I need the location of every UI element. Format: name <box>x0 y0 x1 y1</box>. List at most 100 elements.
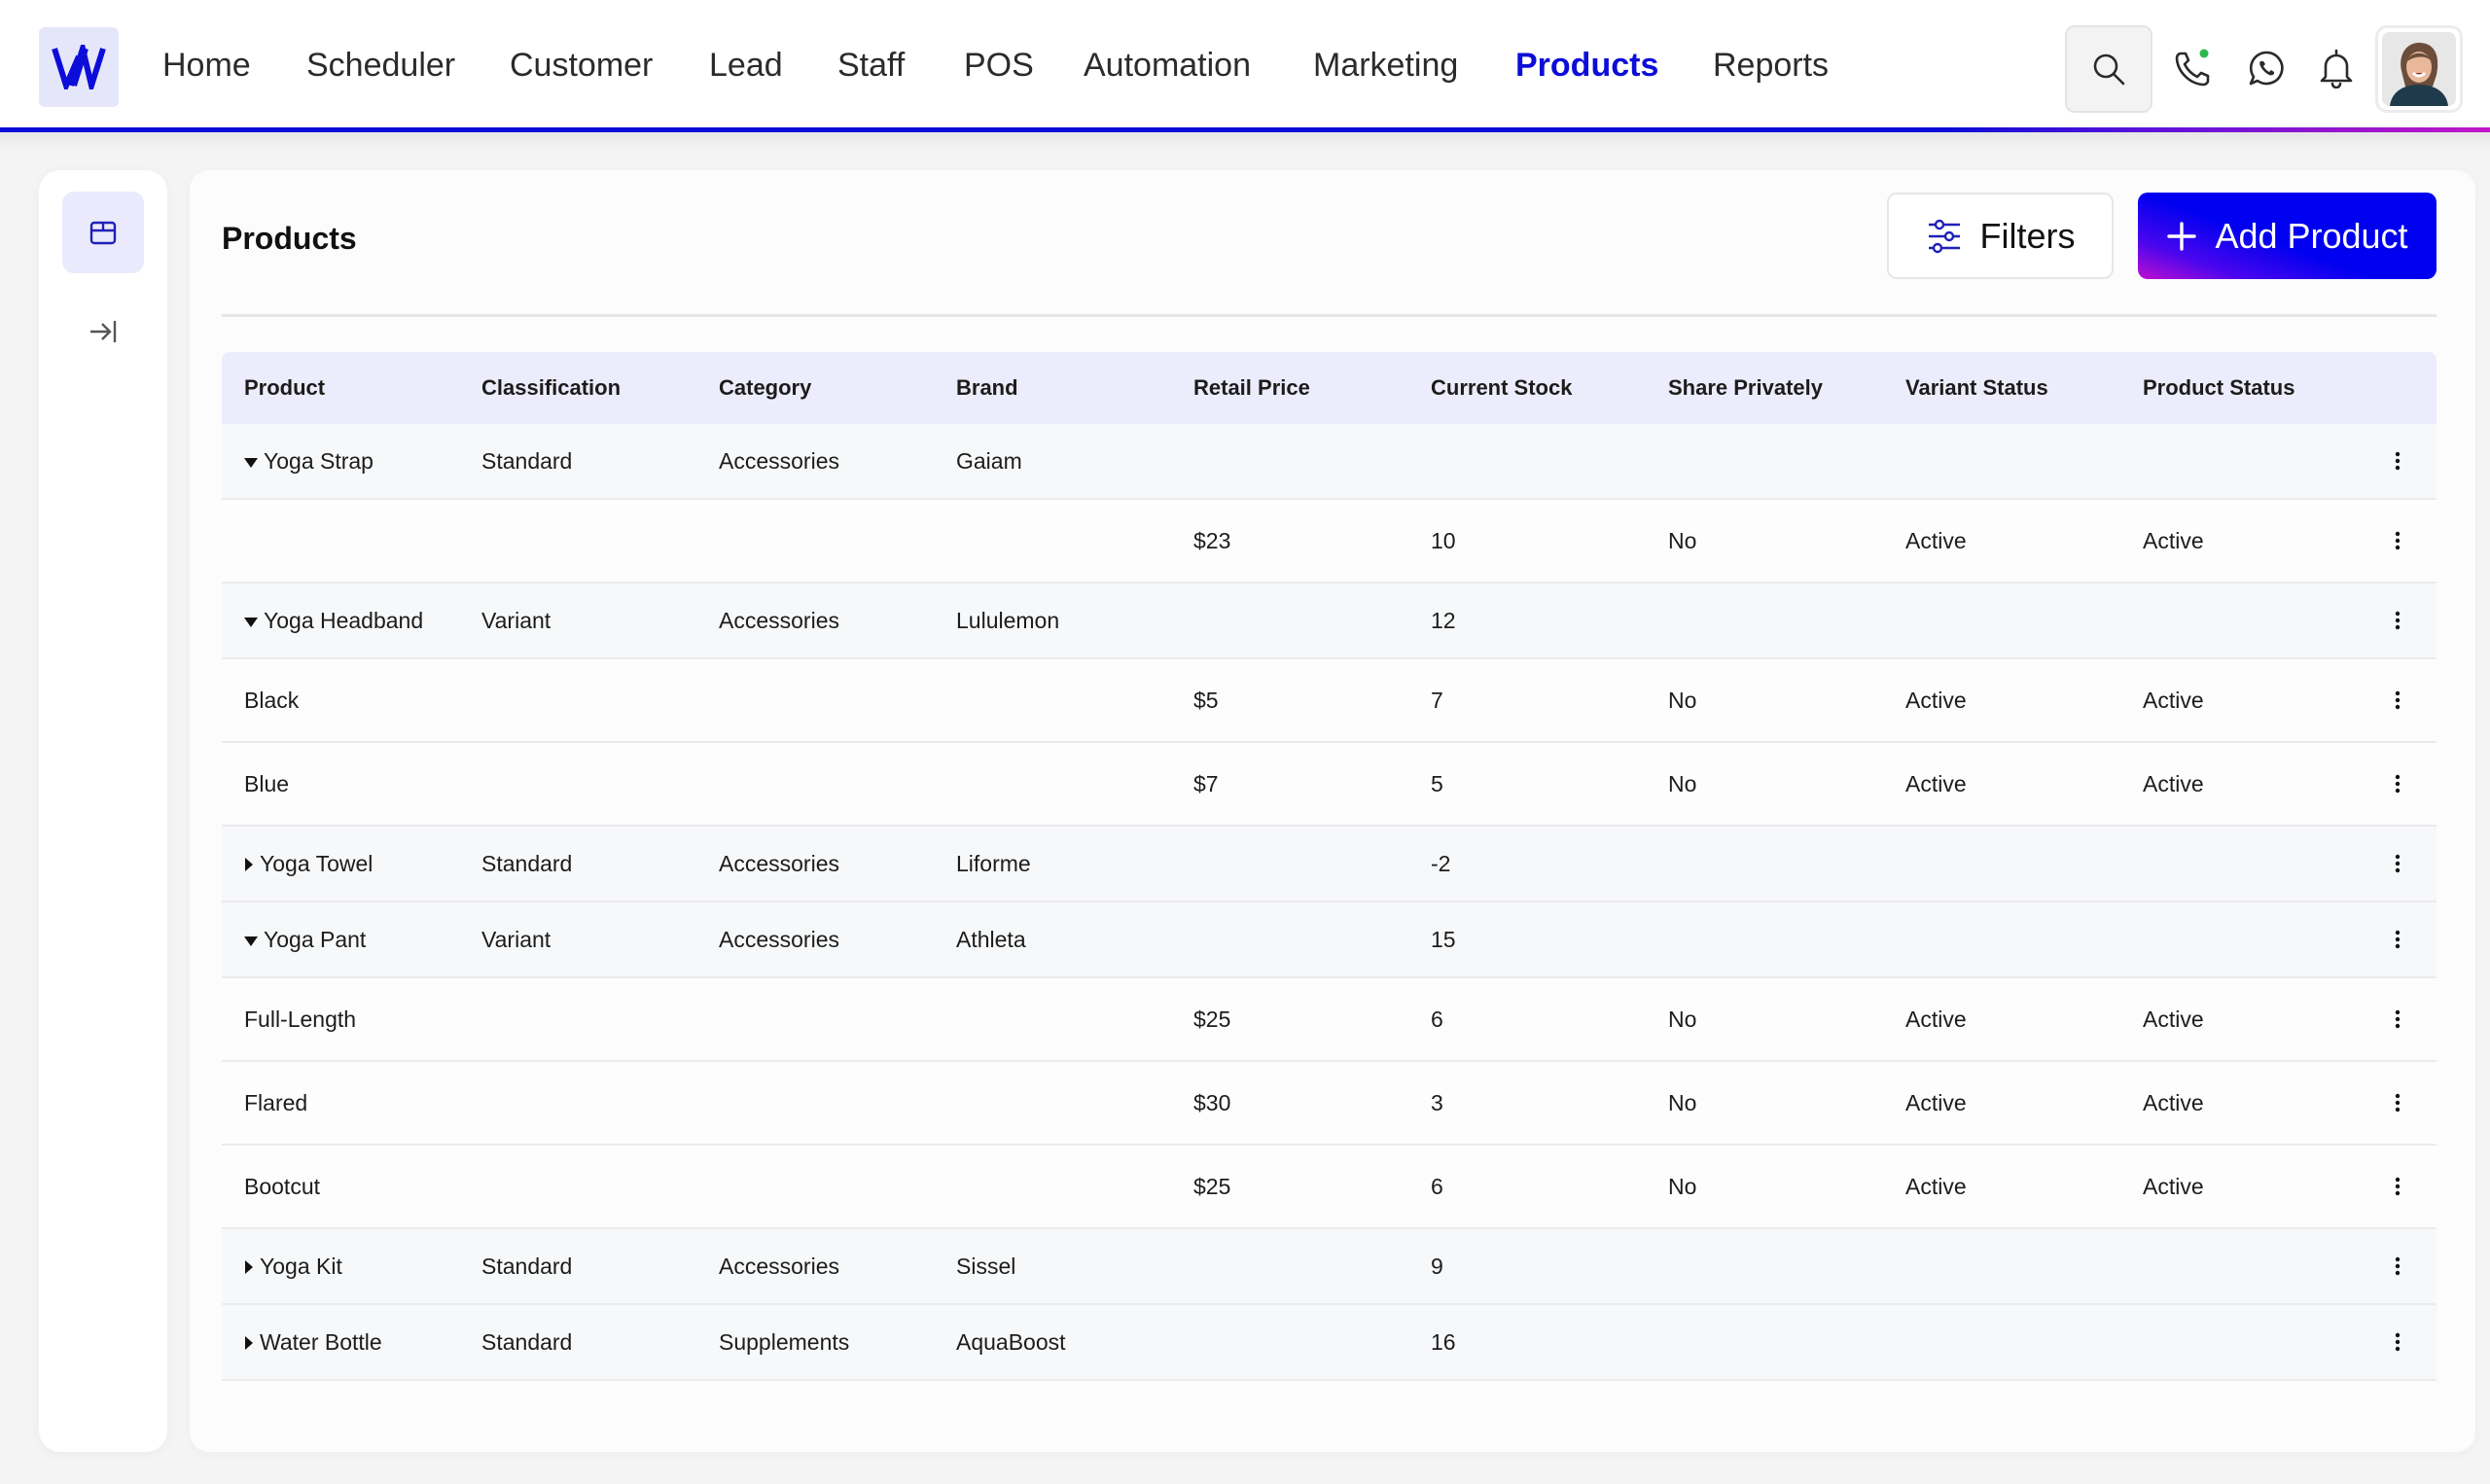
row-actions-button[interactable] <box>2388 902 2407 976</box>
nav-item-reports[interactable]: Reports <box>1713 49 1829 82</box>
column-header-variant-status[interactable]: Variant Status <box>1905 352 2048 424</box>
cell-current-stock: 7 <box>1431 659 1443 741</box>
search-button[interactable] <box>2065 25 2152 113</box>
caret-down-icon[interactable] <box>244 927 258 953</box>
filters-button[interactable]: Filters <box>1887 193 2114 279</box>
bell-icon <box>2320 49 2353 88</box>
row-actions-button[interactable] <box>2388 583 2407 657</box>
cell-text: Yoga Kit <box>260 1253 342 1279</box>
cell-text: Accessories <box>719 607 839 633</box>
nav-item-pos[interactable]: POS <box>964 49 1034 82</box>
caret-right-icon[interactable] <box>244 1254 254 1280</box>
notifications-button[interactable] <box>2307 39 2366 97</box>
column-header-product-status[interactable]: Product Status <box>2143 352 2294 424</box>
cell-classification: Standard <box>481 827 572 901</box>
phone-button[interactable] <box>2164 39 2223 97</box>
nav-item-staff[interactable]: Staff <box>837 49 905 82</box>
cell-text: $7 <box>1193 770 1219 796</box>
cell-text: Accessories <box>719 926 839 952</box>
caret-right-icon[interactable] <box>244 851 254 877</box>
product-row[interactable]: Yoga Pant Variant Accessories Athleta 15 <box>222 902 2437 978</box>
product-row[interactable]: Yoga Strap Standard Accessories Gaiam <box>222 424 2437 500</box>
whatsapp-button[interactable] <box>2237 39 2295 97</box>
cell-text: Flared <box>244 1089 308 1115</box>
nav-item-automation[interactable]: Automation <box>1084 49 1251 82</box>
row-actions-button[interactable] <box>2388 827 2407 901</box>
cell-variant-status: Active <box>1905 500 1967 582</box>
row-actions-button[interactable] <box>2388 743 2407 825</box>
cell-text: Active <box>2143 687 2204 713</box>
row-actions-button[interactable] <box>2388 1229 2407 1303</box>
product-row[interactable]: Water Bottle Standard Supplements AquaBoost… <box>222 1305 2437 1381</box>
row-actions-button[interactable] <box>2388 500 2407 582</box>
cell-product: Water Bottle <box>244 1305 382 1379</box>
column-header-brand[interactable]: Brand <box>956 352 1018 424</box>
column-header-classification[interactable]: Classification <box>481 352 621 424</box>
nav-item-lead[interactable]: Lead <box>709 49 783 82</box>
whatsapp-icon <box>2249 51 2284 86</box>
cell-text: Active <box>1905 527 1967 553</box>
user-avatar[interactable] <box>2375 25 2463 113</box>
add-product-button[interactable]: Add Product <box>2138 193 2437 279</box>
column-header-category[interactable]: Category <box>719 352 811 424</box>
variant-row[interactable]: Blue $7 5 No Active Active <box>222 743 2437 827</box>
column-header-share-privately[interactable]: Share Privately <box>1668 352 1823 424</box>
filters-label: Filters <box>1979 215 2076 256</box>
app-logo[interactable] <box>39 27 119 107</box>
cell-product: Black <box>244 659 299 741</box>
variant-row[interactable]: Black $5 7 No Active Active <box>222 659 2437 743</box>
cell-product-status: Active <box>2143 978 2204 1060</box>
row-actions-button[interactable] <box>2388 659 2407 741</box>
box-icon <box>89 221 117 245</box>
nav-item-scheduler[interactable]: Scheduler <box>306 49 455 82</box>
row-actions-button[interactable] <box>2388 1305 2407 1379</box>
cell-variant-status: Active <box>1905 1062 1967 1144</box>
product-row[interactable]: Yoga Headband Variant Accessories Lululemon… <box>222 583 2437 659</box>
cell-product-status: Active <box>2143 1062 2204 1144</box>
cell-text: 6 <box>1431 1173 1443 1199</box>
product-row[interactable]: Yoga Towel Standard Accessories Liforme -2 <box>222 827 2437 902</box>
expand-sidebar-icon <box>90 321 117 342</box>
row-actions-button[interactable] <box>2388 978 2407 1060</box>
cell-share-privately: No <box>1668 659 1696 741</box>
cell-classification: Standard <box>481 1229 572 1303</box>
variant-row[interactable]: $23 10 No Active Active <box>222 500 2437 583</box>
products-table: Product Classification Category Brand Re… <box>222 352 2437 1381</box>
expand-sidebar-button[interactable] <box>78 306 128 357</box>
cell-text: 12 <box>1431 607 1456 633</box>
sidebar-item-products[interactable] <box>62 192 144 273</box>
row-actions-button[interactable] <box>2388 1146 2407 1227</box>
cell-text: Standard <box>481 447 573 474</box>
cell-text: -2 <box>1431 850 1451 876</box>
kebab-menu-icon <box>2395 930 2401 949</box>
caret-down-icon[interactable] <box>244 448 258 475</box>
cell-text: No <box>1668 1089 1697 1115</box>
variant-row[interactable]: Full-Length $25 6 No Active Active <box>222 978 2437 1062</box>
product-row[interactable]: Yoga Kit Standard Accessories Sissel 9 <box>222 1229 2437 1305</box>
nav-item-marketing[interactable]: Marketing <box>1313 49 1458 82</box>
caret-right-icon[interactable] <box>244 1329 254 1356</box>
add-product-label: Add Product <box>2215 215 2408 256</box>
cell-text: Yoga Strap <box>264 447 374 474</box>
cell-current-stock: 15 <box>1431 902 1456 976</box>
kebab-menu-icon <box>2395 1256 2401 1276</box>
cell-text: Yoga Headband <box>264 607 424 633</box>
cell-text: Accessories <box>719 1253 839 1279</box>
kebab-menu-icon <box>2395 1177 2401 1196</box>
variant-row[interactable]: Flared $30 3 No Active Active <box>222 1062 2437 1146</box>
variant-row[interactable]: Bootcut $25 6 No Active Active <box>222 1146 2437 1229</box>
column-header-retail-price[interactable]: Retail Price <box>1193 352 1310 424</box>
row-actions-button[interactable] <box>2388 1062 2407 1144</box>
column-header-product[interactable]: Product <box>244 352 325 424</box>
caret-down-icon[interactable] <box>244 608 258 634</box>
cell-text: Accessories <box>719 447 839 474</box>
nav-item-customer[interactable]: Customer <box>510 49 653 82</box>
cell-product-status: Active <box>2143 1146 2204 1227</box>
cell-text: Supplements <box>719 1328 850 1355</box>
row-actions-button[interactable] <box>2388 424 2407 498</box>
column-header-current-stock[interactable]: Current Stock <box>1431 352 1572 424</box>
cell-classification: Variant <box>481 902 551 976</box>
nav-item-products[interactable]: Products <box>1515 49 1658 82</box>
nav-item-home[interactable]: Home <box>162 49 251 82</box>
cell-share-privately: No <box>1668 743 1696 825</box>
